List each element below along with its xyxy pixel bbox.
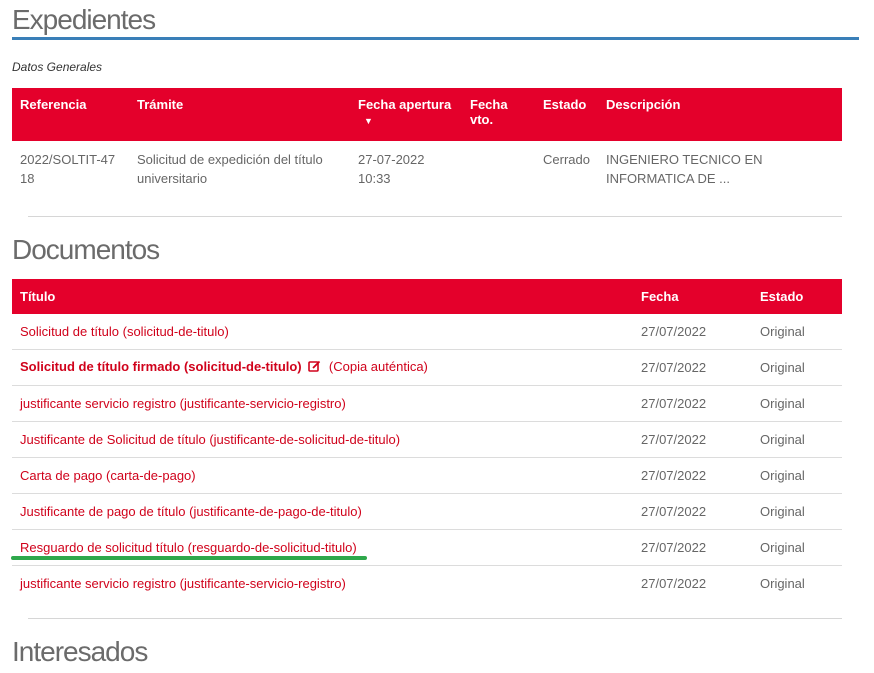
col-titulo[interactable]: Título [12, 279, 633, 314]
col-estado[interactable]: Estado [535, 88, 598, 141]
col-referencia[interactable]: Referencia [12, 88, 129, 141]
document-link[interactable]: justificante servicio registro (justific… [20, 396, 346, 411]
cell-fecha-apertura: 27-07-2022 10:33 [358, 152, 425, 186]
table-row: Solicitud de título (solicitud-de-titulo… [12, 314, 842, 350]
document-link[interactable]: Resguardo de solicitud título (resguardo… [20, 540, 357, 555]
document-link[interactable]: justificante servicio registro (justific… [20, 576, 346, 591]
table-row: justificante servicio registro (justific… [12, 565, 842, 601]
cell-fecha-vto [462, 141, 535, 197]
document-link[interactable]: Solicitud de título (solicitud-de-titulo… [20, 324, 229, 339]
table-row: Justificante de Solicitud de título (jus… [12, 421, 842, 458]
col-tramite[interactable]: Trámite [129, 88, 350, 141]
col-fecha-vto[interactable]: Fecha vto. [462, 88, 535, 141]
cell-estado: Original [752, 421, 842, 458]
cell-fecha: 27/07/2022 [633, 493, 752, 530]
highlight-underline [11, 556, 367, 560]
document-link[interactable]: Solicitud de título firmado (solicitud-d… [20, 359, 302, 374]
subtitle-datos-generales: Datos Generales [12, 60, 103, 74]
edit-signed-icon[interactable] [308, 360, 321, 376]
section-title-documentos: Documentos [12, 234, 160, 265]
cell-descripcion: INGENIERO TECNICO EN INFORMATICA DE ... [606, 152, 763, 186]
cell-estado: Cerrado [543, 152, 590, 167]
expedientes-table: Referencia Trámite Fecha apertura ▼ Fech… [12, 88, 842, 197]
cell-estado: Original [752, 565, 842, 601]
col-fecha[interactable]: Fecha [633, 279, 752, 314]
divider [28, 216, 842, 217]
document-link[interactable]: Justificante de Solicitud de título (jus… [20, 432, 400, 447]
document-link[interactable]: Justificante de pago de título (justific… [20, 504, 362, 519]
expediente-row[interactable]: 2022/SOLTIT-4718 Solicitud de expedición… [12, 141, 842, 197]
cell-fecha: 27/07/2022 [633, 529, 752, 566]
cell-estado: Original [752, 349, 842, 386]
table-row: Resguardo de solicitud título (resguardo… [12, 529, 842, 566]
col-fecha-apertura[interactable]: Fecha apertura ▼ [350, 88, 462, 141]
cell-fecha: 27/07/2022 [633, 421, 752, 458]
expedientes-header-row: Referencia Trámite Fecha apertura ▼ Fech… [12, 88, 842, 141]
copia-autentica-label: (Copia auténtica) [328, 359, 428, 374]
cell-estado: Original [752, 385, 842, 422]
title-underline [12, 37, 859, 40]
cell-tramite: Solicitud de expedición del título unive… [137, 152, 323, 186]
caret-down-icon[interactable]: ▼ [358, 116, 454, 126]
section-title-expedientes: Expedientes [12, 4, 156, 35]
document-link[interactable]: Carta de pago (carta-de-pago) [20, 468, 196, 483]
cell-fecha: 27/07/2022 [633, 385, 752, 422]
cell-fecha: 27/07/2022 [641, 324, 707, 339]
cell-fecha: 27/07/2022 [633, 457, 752, 494]
cell-fecha: 27/07/2022 [633, 565, 752, 601]
cell-estado: Original [760, 324, 805, 339]
table-row: Carta de pago (carta-de-pago) 27/07/2022… [12, 457, 842, 494]
divider [28, 618, 842, 619]
table-row: Solicitud de título firmado (solicitud-d… [12, 349, 842, 386]
col-descripcion[interactable]: Descripción [598, 88, 842, 141]
documentos-header-row: Título Fecha Estado [12, 279, 842, 314]
col-fecha-apertura-label: Fecha apertura [358, 97, 452, 112]
cell-referencia: 2022/SOLTIT-4718 [20, 152, 116, 186]
table-row: justificante servicio registro (justific… [12, 385, 842, 422]
documentos-table: Título Fecha Estado Solicitud de título … [12, 279, 842, 601]
section-title-interesados: Interesados [12, 636, 148, 667]
col-estado-doc[interactable]: Estado [752, 279, 842, 314]
cell-fecha: 27/07/2022 [633, 349, 752, 386]
cell-estado: Original [752, 529, 842, 566]
cell-estado: Original [752, 493, 842, 530]
table-row: Justificante de pago de título (justific… [12, 493, 842, 530]
cell-estado: Original [752, 457, 842, 494]
